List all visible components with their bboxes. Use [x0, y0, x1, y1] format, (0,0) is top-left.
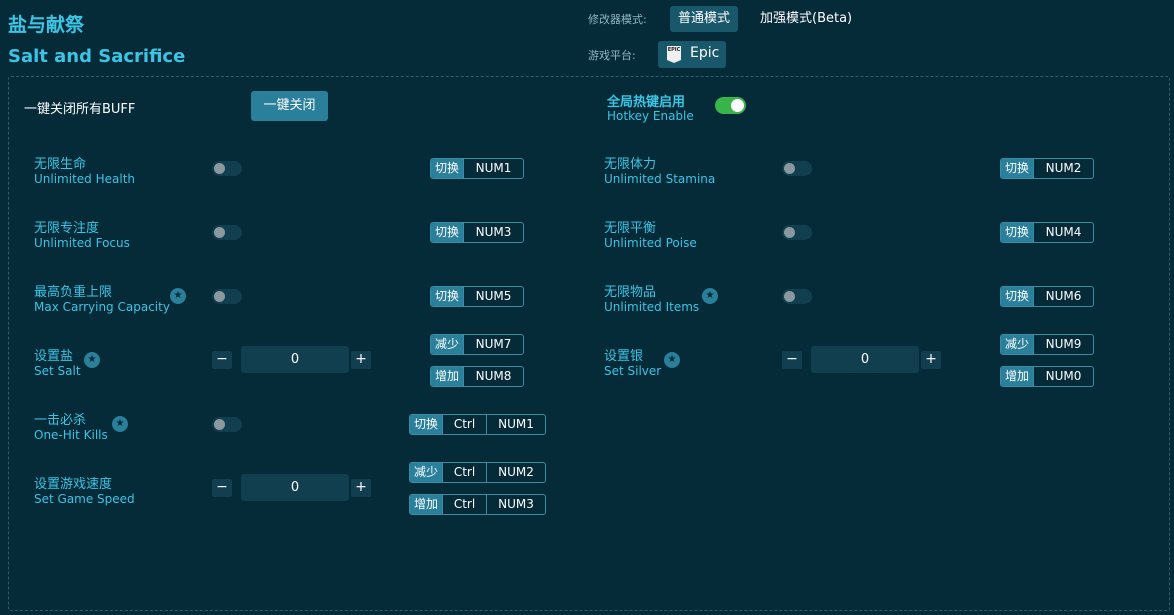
hotkey-action: 减少 [1001, 335, 1034, 354]
epic-logo-icon: EPIC [667, 46, 681, 63]
speed-decrement-button[interactable]: − [212, 479, 232, 497]
hotkey-key: NUM1 [486, 415, 545, 434]
feature-label-en: Unlimited Poise [604, 236, 697, 250]
feature-label-en: Unlimited Stamina [604, 172, 716, 186]
hotkey-key: NUM8 [463, 367, 523, 386]
hotkey-num1[interactable]: 切换 NUM1 [430, 158, 525, 179]
hotkey-key: NUM0 [1033, 367, 1093, 386]
feature-label-cn: 一击必杀 [34, 413, 87, 428]
cheat-panel [8, 76, 1170, 611]
salt-increment-button[interactable]: + [351, 351, 371, 369]
star-icon: ★ [702, 288, 718, 304]
hotkey-num4[interactable]: 切换 NUM4 [1000, 222, 1095, 243]
hotkey-modifier: Ctrl [442, 415, 486, 434]
feature-label-cn: 无限平衡 [604, 221, 657, 236]
hotkey-action: 减少 [431, 335, 464, 354]
hotkey-action: 切换 [410, 415, 443, 434]
silver-value-input[interactable]: 0 [811, 346, 919, 373]
hotkey-action: 增加 [1001, 367, 1034, 386]
feature-label-en: Set Salt [34, 364, 81, 378]
platform-name: Epic [690, 45, 720, 61]
hotkey-num9[interactable]: 减少 NUM9 [1000, 334, 1095, 355]
hotkey-action: 切换 [1001, 287, 1034, 306]
hotkey-num2[interactable]: 切换 NUM2 [1000, 158, 1095, 179]
speed-value-input[interactable]: 0 [241, 474, 349, 501]
hotkey-key: NUM2 [1033, 159, 1093, 178]
hotkey-key: NUM2 [486, 463, 545, 482]
unlimited-stamina-toggle[interactable] [782, 161, 812, 176]
beta-mode-button[interactable]: 加强模式(Beta) [752, 6, 860, 32]
hotkey-ctrl-num2[interactable]: 减少 Ctrl NUM2 [409, 462, 547, 483]
feature-label-cn: 最高负重上限 [34, 285, 113, 300]
feature-label-en: Max Carrying Capacity [34, 300, 170, 314]
star-icon: ★ [664, 352, 680, 368]
star-icon: ★ [84, 352, 100, 368]
silver-decrement-button[interactable]: − [782, 351, 802, 369]
salt-value-input[interactable]: 0 [241, 346, 349, 373]
hotkey-num6[interactable]: 切换 NUM6 [1000, 286, 1095, 307]
feature-label-en: Set Silver [604, 364, 662, 378]
hotkey-num8[interactable]: 增加 NUM8 [430, 366, 525, 387]
hotkey-action: 增加 [431, 367, 464, 386]
hotkey-modifier: Ctrl [442, 495, 486, 514]
feature-label-cn: 无限生命 [34, 157, 87, 172]
feature-label-en: Unlimited Health [34, 172, 136, 186]
hotkey-num5[interactable]: 切换 NUM5 [430, 286, 525, 307]
close-all-buff-label: 一键关闭所有BUFF [24, 102, 136, 117]
feature-label-cn: 设置银 [604, 349, 644, 364]
hotkey-key: NUM4 [1033, 223, 1093, 242]
hotkey-action: 切换 [1001, 223, 1034, 242]
hotkey-num7[interactable]: 减少 NUM7 [430, 334, 525, 355]
feature-label-en: Unlimited Items [604, 300, 700, 314]
hotkey-key: NUM7 [463, 335, 523, 354]
platform-label: 游戏平台: [588, 49, 636, 62]
app-title-en: Salt and Sacrifice [8, 46, 186, 67]
hotkey-key: NUM1 [463, 159, 523, 178]
hotkey-enable-label-cn: 全局热键启用 [607, 95, 686, 110]
hotkey-ctrl-num3[interactable]: 增加 Ctrl NUM3 [409, 494, 547, 515]
hotkey-num3[interactable]: 切换 NUM3 [430, 222, 525, 243]
hotkey-action: 切换 [1001, 159, 1034, 178]
hotkey-action: 切换 [431, 159, 464, 178]
hotkey-key: NUM9 [1033, 335, 1093, 354]
app-title-cn: 盐与献祭 [8, 14, 85, 36]
silver-increment-button[interactable]: + [921, 351, 941, 369]
one-hit-kills-toggle[interactable] [212, 417, 242, 432]
salt-decrement-button[interactable]: − [212, 351, 232, 369]
hotkey-enable-label-en: Hotkey Enable [607, 109, 694, 123]
feature-label-en: One-Hit Kills [34, 428, 108, 442]
hotkey-num0[interactable]: 增加 NUM0 [1000, 366, 1095, 387]
unlimited-health-toggle[interactable] [212, 161, 242, 176]
mode-label: 修改器模式: [588, 13, 647, 26]
hotkey-key: NUM6 [1033, 287, 1093, 306]
feature-label-cn: 无限专注度 [34, 221, 100, 236]
speed-increment-button[interactable]: + [351, 479, 371, 497]
star-icon: ★ [170, 288, 186, 304]
hotkey-key: NUM5 [463, 287, 523, 306]
feature-label-cn: 无限物品 [604, 285, 657, 300]
hotkey-action: 切换 [431, 287, 464, 306]
feature-label-en: Set Game Speed [34, 492, 135, 506]
feature-label-cn: 无限体力 [604, 157, 657, 172]
normal-mode-button[interactable]: 普通模式 [670, 6, 739, 32]
feature-label-cn: 设置盐 [34, 349, 74, 364]
epic-platform-button[interactable]: EPIC Epic [658, 41, 726, 68]
unlimited-poise-toggle[interactable] [782, 225, 812, 240]
unlimited-focus-toggle[interactable] [212, 225, 242, 240]
hotkey-key: NUM3 [463, 223, 523, 242]
feature-label-en: Unlimited Focus [34, 236, 130, 250]
feature-label-cn: 设置游戏速度 [34, 477, 113, 492]
max-carrying-toggle[interactable] [212, 289, 242, 304]
star-icon: ★ [112, 416, 128, 432]
hotkey-key: NUM3 [486, 495, 545, 514]
hotkey-ctrl-num1[interactable]: 切换 Ctrl NUM1 [409, 414, 547, 435]
hotkey-action: 减少 [410, 463, 443, 482]
hotkey-modifier: Ctrl [442, 463, 486, 482]
hotkey-action: 增加 [410, 495, 443, 514]
close-all-button[interactable]: 一键关闭 [251, 91, 328, 121]
unlimited-items-toggle[interactable] [782, 289, 812, 304]
hotkey-enable-toggle[interactable] [715, 97, 746, 114]
hotkey-action: 切换 [431, 223, 464, 242]
